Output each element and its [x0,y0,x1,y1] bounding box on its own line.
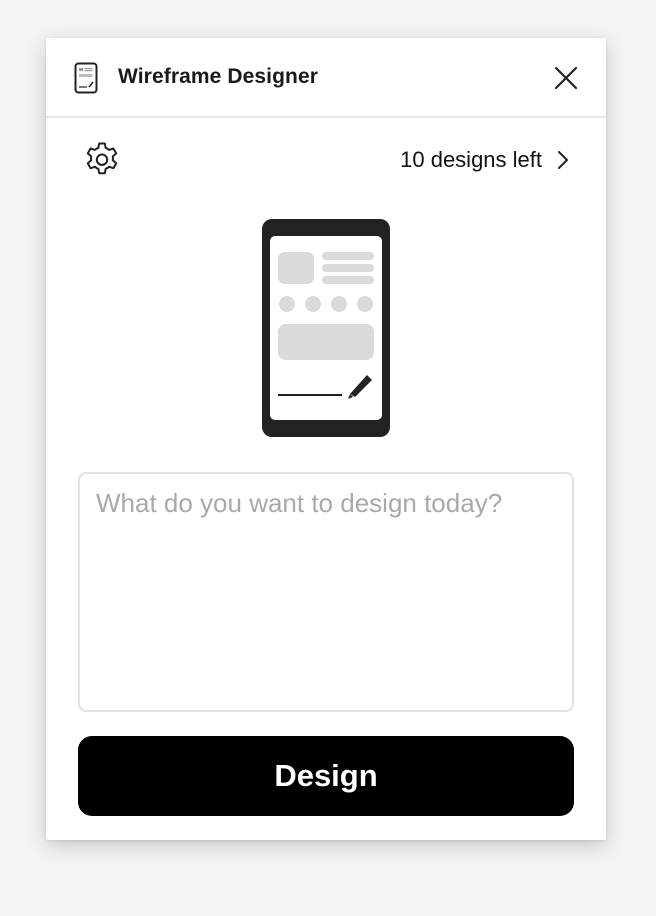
wireframe-designer-panel: Wireframe Designer 10 designs left What … [46,38,606,840]
wireframe-phone-icon [74,62,98,94]
design-button[interactable]: Design [78,736,574,816]
design-prompt-input[interactable] [78,472,574,712]
title-bar: Wireframe Designer [46,38,606,118]
phone-wireframe-illustration [262,219,390,437]
close-icon[interactable] [548,60,584,96]
designs-left-label: 10 designs left [400,147,542,172]
gear-icon[interactable] [82,140,122,180]
designs-left-link[interactable]: 10 designs left [400,146,570,174]
window-title: Wireframe Designer [118,65,319,88]
chevron-right-icon [558,151,568,169]
